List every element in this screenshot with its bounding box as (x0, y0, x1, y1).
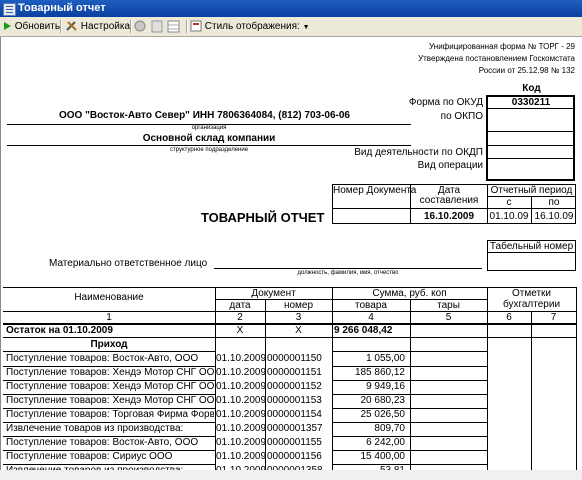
col-document-header: Документ (251, 288, 296, 299)
period-from-value: 01.10.09 (489, 211, 529, 222)
unified-form-line1: Унифицированная форма № ТОРГ - 29 (429, 42, 575, 51)
col-goods-header: товара (355, 300, 387, 311)
col-number-header: номер (283, 300, 314, 311)
tab-number-header: Табельный номер (489, 241, 574, 252)
row-date: 01.10.2009 (216, 423, 267, 434)
style-icon (190, 20, 202, 32)
view-style-label: Стиль отображения: (204, 21, 300, 32)
balance-x-date: X (236, 325, 244, 336)
col-num-1: 1 (106, 312, 112, 323)
col-num-4: 4 (368, 312, 374, 323)
row-number: 0000001150 (267, 353, 322, 364)
period-to-value: 16.10.09 (534, 211, 574, 222)
page-icon (151, 20, 163, 33)
window-title: Товарный отчет (18, 2, 106, 14)
col-name-header: Наименование (74, 292, 144, 303)
chevron-down-icon: ▼ (302, 24, 310, 31)
document-icon (3, 3, 16, 16)
play-icon (4, 22, 11, 31)
report-title: ТОВАРНЫЙ ОТЧЕТ (201, 210, 325, 225)
organization-caption: организация (191, 125, 227, 131)
col-date-header: дата (229, 300, 251, 311)
row-sum: 9 949,16 (366, 381, 405, 392)
row-date: 01.10.2009 (216, 409, 267, 420)
table-button[interactable] (167, 18, 180, 35)
row-number: 0000001154 (267, 409, 322, 420)
row-sum: 20 680,23 (360, 395, 406, 406)
horizontal-scrollbar[interactable] (0, 470, 582, 480)
okdp-label: Вид деятельности по ОКДП (354, 147, 483, 158)
department-caption: структурное подразделение (169, 147, 249, 153)
row-date: 01.10.2009 (216, 437, 267, 448)
col-num-3: 3 (295, 312, 302, 323)
settings-button[interactable]: Настройка (65, 18, 130, 35)
balance-x-number: X (295, 325, 302, 336)
unified-form-line2: Утверждена постановлением Госкомстата (418, 54, 575, 63)
col-marks-header: Отметки бухгалтерии (502, 288, 561, 310)
period-from-label: с (506, 197, 512, 208)
row-name: Поступление товаров: Восток-Авто, ООО (6, 353, 199, 364)
operation-label: Вид операции (417, 160, 483, 171)
row-sum: 25 026,50 (360, 409, 406, 420)
okpo-label: по ОКПО (440, 111, 483, 122)
row-number: 0000001156 (267, 451, 322, 462)
row-sum: 809,70 (374, 423, 405, 434)
row-sum: 185 860,12 (354, 367, 405, 378)
department-name: Основной склад компании (142, 133, 276, 144)
unified-form-line3: России от 25.12.98 № 132 (478, 66, 575, 75)
col-num-6: 6 (506, 312, 512, 323)
window-titlebar: Товарный отчет (0, 0, 582, 17)
row-name: Поступление товаров: Сириус ООО (6, 451, 173, 462)
view-style-dropdown[interactable]: Стиль отображения: ▼ (190, 18, 310, 35)
col-num-2: 2 (237, 312, 243, 323)
doc-number-header: Номер Документа (333, 185, 417, 196)
okud-label: Форма по ОКУД (408, 97, 483, 108)
doc-date-value: 16.10.2009 (423, 211, 475, 222)
row-number: 0000001155 (267, 437, 322, 448)
row-number: 0000001153 (267, 395, 322, 406)
responsible-caption: должность, фамилия, имя, отчество (297, 270, 399, 276)
col-sum-header: Сумма, руб. коп (372, 288, 447, 299)
toolbar: Обновить Настройка Стиль отображения: ▼ (0, 17, 582, 37)
circle-icon (134, 20, 146, 32)
col-num-7: 7 (550, 312, 557, 323)
row-name: Извлечение товаров из производства: (6, 423, 184, 434)
balance-label: Остаток на 01.10.2009 (6, 325, 113, 336)
doc-date-header: Дата составления (419, 185, 479, 206)
row-date: 01.10.2009 (216, 381, 267, 392)
row-sum: 1 055,00 (366, 353, 405, 364)
row-number: 0000001152 (267, 381, 322, 392)
page-button[interactable] (151, 18, 163, 35)
col-tare-header: тары (437, 300, 460, 311)
code-header: Код (522, 83, 541, 94)
responsible-label: Материально ответственное лицо (49, 258, 208, 269)
row-date: 01.10.2009 (216, 367, 267, 378)
income-header: Приход (90, 339, 128, 350)
row-name: Поступление товаров: Хендэ Мотор СНГ ООО (6, 395, 214, 406)
row-date: 01.10.2009 (216, 353, 267, 364)
row-name: Поступление товаров: Восток-Авто, ООО (6, 437, 199, 448)
row-sum: 6 242,00 (366, 437, 405, 448)
refresh-label: Обновить (14, 21, 61, 32)
col-num-5: 5 (445, 312, 452, 323)
okud-code: 0330211 (511, 97, 551, 108)
settings-label: Настройка (80, 21, 131, 32)
row-name: Поступление товаров: Хендэ Мотор СНГ ООО (6, 381, 214, 392)
row-name: Поступление товаров: Хендэ Мотор СНГ ООО (6, 367, 214, 378)
row-number: 0000001151 (267, 367, 322, 378)
refresh-button[interactable]: Обновить (3, 18, 60, 35)
row-date: 01.10.2009 (216, 451, 267, 462)
row-date: 01.10.2009 (216, 395, 267, 406)
organization-name: ООО "Восток-Авто Север" ИНН 7806364084, … (59, 110, 350, 121)
document-area: Унифицированная форма № ТОРГ - 29 Утверж… (0, 37, 582, 480)
row-number: 0000001357 (267, 423, 323, 434)
row-sum: 15 400,00 (360, 451, 406, 462)
period-to-label: по (548, 197, 560, 208)
balance-value: 9 266 048,42 (334, 325, 393, 336)
table-icon (167, 20, 180, 33)
row-name: Поступление товаров: Торговая Фирма Форв… (6, 409, 214, 420)
print-preview-button[interactable] (134, 18, 146, 35)
tools-icon (66, 21, 77, 32)
period-header: Отчетный период (490, 185, 573, 196)
